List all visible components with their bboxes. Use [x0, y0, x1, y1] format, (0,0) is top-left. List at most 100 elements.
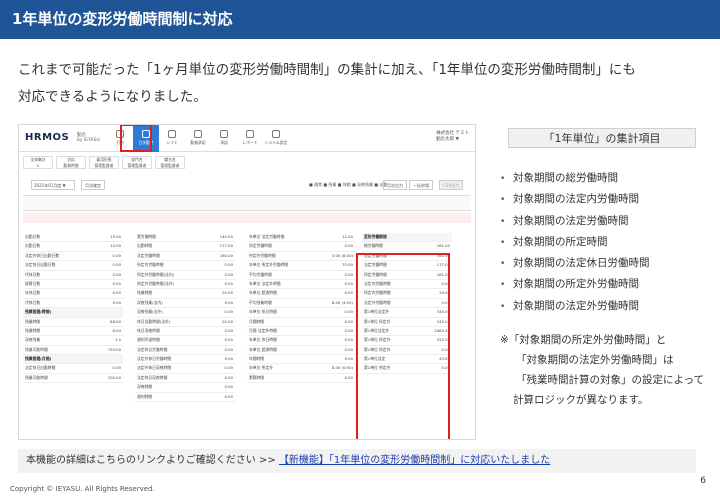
month-confirm-button[interactable]: 月次確定 [81, 180, 105, 190]
summary-value: 0.00 [344, 271, 353, 277]
summary-row: 残業可能時間 100.00 [23, 374, 123, 384]
summary-row: 法定外休日出勤日数 0.00 [23, 252, 123, 262]
summary-label: 残業管理(時間) [25, 309, 52, 315]
summary-label: 出勤時間 [137, 243, 153, 249]
summary-row: 所定内労働時間 0.00 [135, 261, 235, 271]
nav-item[interactable]: 承認 [211, 125, 237, 152]
summary-row: 法定休日出勤時間 0.00 [23, 364, 123, 374]
filter-cell[interactable]: 職名名 管理監督者 [155, 156, 185, 169]
summary-label: 深夜残業(法内) [137, 299, 163, 305]
summary-value: 8.00 (0:00) [331, 365, 353, 371]
summary-row: 休日深夜時間 0.00 [135, 327, 235, 337]
detail-link[interactable]: 【新機能】「1年単位の変形労働時間制」に対応いたしました [279, 455, 550, 466]
summary-label: 年単位 休日時間 [249, 337, 277, 343]
summary-label: 法定休日深夜時間 [137, 374, 168, 380]
summary-value: 0.00 [344, 374, 353, 380]
user-name: 勤怠太郎 ▼ [436, 137, 459, 142]
summary-label: 年単位 所定外労働時間 [249, 262, 289, 268]
summary-value: 0.00 [344, 280, 353, 286]
note: ※「対象期間の所定外労働時間」と 「対象期間の法定外労働時間」は 「残業時間計算… [500, 330, 715, 410]
filter-value: 0 [36, 163, 40, 168]
summary-row: 代休日数 0.00 [23, 299, 123, 309]
summary-row: 欠勤日数 14.00 [23, 242, 123, 252]
period-select[interactable]: 2021年01月度 ▼ [31, 180, 75, 190]
nav-item[interactable]: レポート [237, 125, 263, 152]
summary-value: 0.00 [224, 337, 233, 343]
nav-item[interactable]: 勤務承認 [185, 125, 211, 152]
filter-cell[interactable]: 雇用形態 管理監督者 [89, 156, 119, 169]
summary-label: 実労働時間 [137, 234, 156, 239]
summary-value: 3.00 (8:00) [331, 252, 353, 258]
intro-line-2: 対応できるようになりました。 [18, 89, 207, 105]
note-line: 「残業時間計算の対象」の設定によって [516, 374, 705, 386]
summary-label: 総労働時間 [364, 243, 383, 249]
summary-row: 法定休日深夜時間 0.00 [135, 374, 235, 384]
intro-text: これまで可能だった「1ヶ月単位の変形労働時間制」の集計に加え、「1年単位の変形労… [18, 57, 708, 111]
summary-row: 年間時間 0.00 [247, 355, 355, 365]
summary-row: 月間時間 0.00 [247, 318, 355, 327]
summary-row: 変形労働期間 [362, 233, 452, 243]
summary-row: 年単位 超過時間 0.00 [247, 289, 355, 299]
summary-label: 年単位 超過時間 [249, 346, 277, 352]
summary-label: 残業時間 [25, 318, 41, 324]
logo-sub-2: by IEYASU [77, 138, 100, 143]
page-number: 6 [700, 476, 706, 486]
nav-highlight-box [120, 125, 152, 152]
filter-cell[interactable]: 全体集計 0 [23, 156, 53, 169]
summary-row: 年単位 休日時間 0.00 [247, 336, 355, 346]
nav-item[interactable]: シフト [159, 125, 185, 152]
summary-label: 年単位 超過時間 [249, 290, 277, 296]
items-heading: 「1年単位」の集計項目 [508, 128, 696, 148]
summary-label: 代休日数 [25, 271, 41, 277]
summary-value: 177.00 [219, 243, 233, 249]
summary-row: 年休日数 0.00 [23, 289, 123, 299]
summary-row: 年単位 法定外時間 0.00 [247, 280, 355, 290]
bulk-apply-button[interactable]: 一括申請 [409, 180, 433, 190]
nav-label: 勤務承認 [190, 140, 206, 145]
summary-label: 法定外休日深夜時間 [137, 365, 172, 371]
summary-row: 残業管理(月間) [23, 355, 123, 365]
summary-label: 残業可能時間 [25, 374, 48, 380]
summary-value: 14.00 [110, 243, 121, 249]
filter-cell[interactable]: 対応 勤務時間 [56, 156, 86, 169]
summary-row: 残業時間 20.00 [135, 289, 235, 299]
summary-value: 0.00 [344, 337, 353, 343]
intro-line-1: これまで可能だった「1ヶ月単位の変形労働時間制」の集計に加え、「1年単位の変形労… [18, 62, 636, 78]
summary-value: 0.00 [344, 346, 353, 352]
filter-value: 管理監督者 [160, 163, 180, 168]
summary-row: 振替日数 0.00 [23, 280, 123, 290]
summary-col-1: 出勤日数 13.00 欠勤日数 14.00 法定外休日出勤日数 0.00 法定休日出勤日数 0… [23, 233, 123, 384]
summary-value: 0.00 [112, 299, 121, 305]
summary-value: 0.00 [224, 393, 233, 399]
summary-row: 出勤日数 13.00 [23, 233, 123, 243]
summary-value: 0.00 [344, 243, 353, 249]
csv-button[interactable]: CSV出力 [439, 180, 464, 190]
summary-value: 20.00 [222, 318, 233, 324]
summary-label: 法定休日労働時間 [137, 346, 168, 352]
summary-value: 161.00 [436, 243, 450, 249]
legend: ■ 通常 ■ 残業 ■ 休暇 ■ 深夜残業 ■ 出勤 [309, 182, 388, 187]
summary-value: 0.00 [112, 262, 121, 268]
filter-cell[interactable]: 部門名 管理監督者 [122, 156, 152, 169]
summary-label: 年単位 休日時間 [249, 309, 277, 315]
filter-value: 管理監督者 [94, 163, 114, 168]
monthly-output-button[interactable]: 月次出力 [383, 180, 407, 190]
summary-value: 13.00 [110, 234, 121, 239]
user-menu[interactable]: 株式会社 テスト 勤怠太郎 ▼ [436, 131, 469, 143]
copyright: Copyright © IEYASU. All Rights Reserved. [10, 485, 155, 493]
summary-row: 残業時間 6:40 [23, 327, 123, 337]
period-row: 2021年01月度 ▼ 月次確定 ■ 通常 ■ 残業 ■ 休暇 ■ 深夜残業 ■… [23, 180, 471, 191]
summary-row: 累積時間 0.00 [247, 374, 355, 384]
summary-label: 法定外休日労働時間 [137, 356, 172, 362]
nav-item[interactable]: システム設定 [263, 125, 289, 152]
summary-value: 0.00 [344, 309, 353, 315]
nav-label: 承認 [220, 140, 228, 145]
summary-row: 深夜残業(法内) 0.00 [135, 299, 235, 309]
summary-label: 累積時間 [249, 374, 265, 380]
summary-row: 残業管理(時間) [23, 308, 123, 318]
summary-value: 0.00 [112, 280, 121, 286]
summary-row: 年単位 超過時間 0.00 [247, 346, 355, 356]
summary-label: 休日出勤時間(法外) [137, 318, 171, 324]
nav-label: システム設定 [264, 140, 288, 145]
summary-label: 残業管理(月間) [25, 356, 52, 362]
